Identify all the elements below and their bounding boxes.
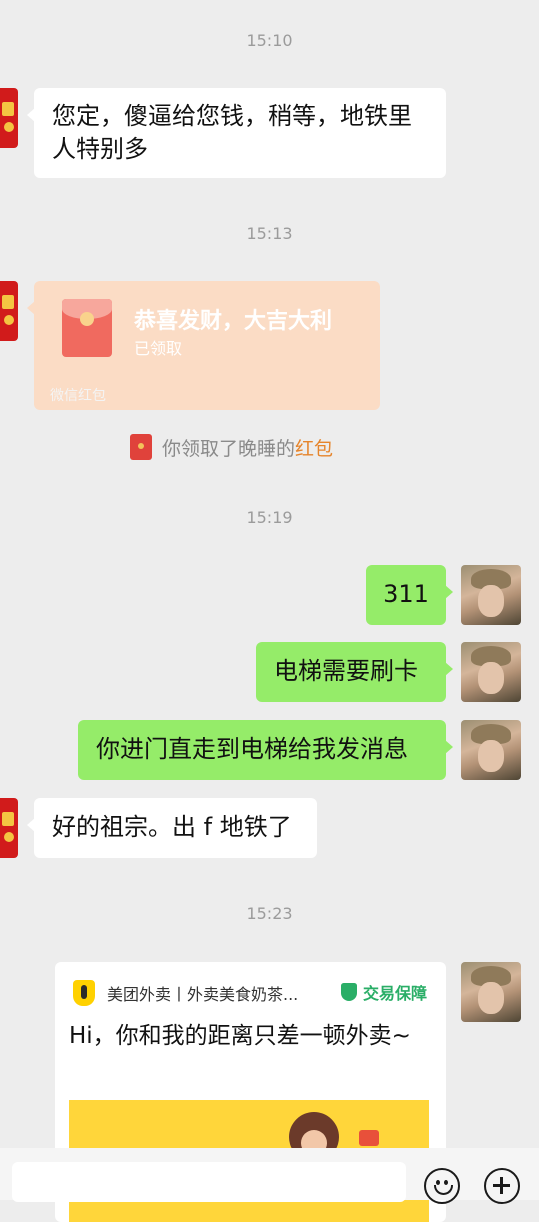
my-avatar[interactable] — [461, 565, 521, 625]
red-packet-link[interactable]: 红包 — [295, 434, 333, 461]
red-packet-title: 恭喜发财，大吉大利 — [134, 309, 333, 334]
received-message[interactable]: 好的祖宗。出 f 地铁了 — [27, 798, 317, 858]
input-bar — [0, 1148, 539, 1204]
timestamp: 15:13 — [246, 224, 293, 243]
red-packet-icon — [130, 434, 152, 460]
contact-avatar[interactable] — [0, 281, 18, 341]
my-avatar[interactable] — [461, 642, 521, 702]
red-packet-message[interactable]: 恭喜发财，大吉大利 已领取 微信红包 — [27, 281, 380, 410]
shield-check-icon — [341, 983, 357, 1001]
red-packet-brand: 微信红包 — [50, 388, 106, 404]
contact-avatar[interactable] — [0, 88, 18, 148]
my-avatar[interactable] — [461, 720, 521, 780]
my-avatar[interactable] — [461, 962, 521, 1022]
gift-icon — [359, 1130, 379, 1146]
contact-avatar[interactable] — [0, 798, 18, 858]
meituan-logo-icon — [73, 980, 95, 1006]
card-source: 美团外卖丨外卖美食奶茶... — [107, 985, 299, 1004]
sent-message[interactable]: 你进门直走到电梯给我发消息 — [78, 720, 453, 780]
sent-message[interactable]: 311 — [366, 565, 453, 625]
system-notice-text: 你领取了晚睡的 — [162, 437, 296, 460]
timestamp: 15:19 — [246, 508, 293, 527]
sent-message[interactable]: 电梯需要刷卡 — [256, 642, 453, 702]
message-input[interactable] — [12, 1162, 406, 1202]
red-packet-status: 已领取 — [134, 339, 183, 358]
trade-guarantee-badge: 交易保障 — [341, 980, 427, 1004]
card-title: Hi，你和我的距离只差一顿外卖~ — [69, 1023, 411, 1049]
smiley-icon[interactable] — [424, 1168, 460, 1204]
timestamp: 15:10 — [246, 31, 293, 50]
badge-label: 交易保障 — [363, 984, 428, 1003]
red-envelope-icon — [62, 299, 112, 357]
timestamp: 15:23 — [246, 904, 293, 923]
received-message[interactable]: 您定，傻逼给您钱，稍等，地铁里人特别多 — [27, 88, 446, 178]
plus-icon[interactable] — [484, 1168, 520, 1204]
system-notice: 你领取了晚睡的 红包 — [130, 433, 333, 461]
